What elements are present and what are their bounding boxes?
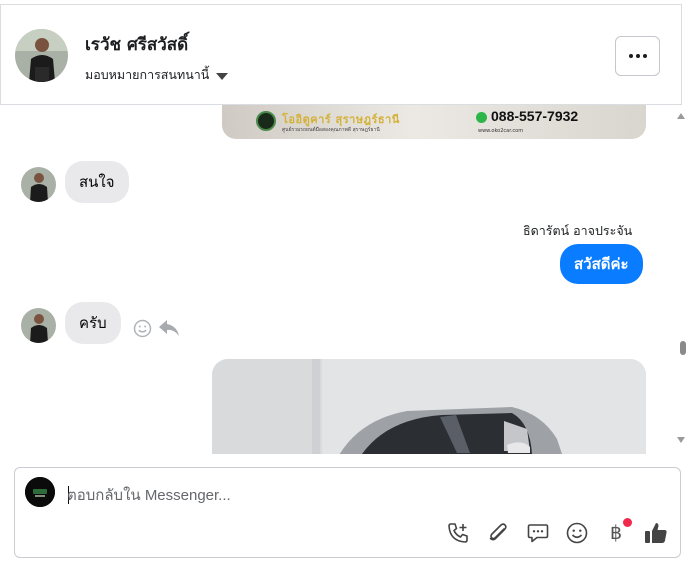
message-bubble-incoming[interactable]: สนใจ	[65, 161, 129, 203]
chevron-down-icon	[216, 72, 229, 80]
notification-dot	[623, 518, 632, 527]
scroll-thumb[interactable]	[680, 341, 686, 355]
dealer-logo-icon	[256, 111, 276, 131]
sender-name: ธิดารัตน์ อาจประจัน	[523, 223, 633, 238]
thread-scrollbar[interactable]	[675, 105, 686, 455]
smiley-icon[interactable]	[133, 319, 152, 342]
banner-subtitle: ศูนย์รวมรถยนต์มือสองคุณภาพดี สุราษฎร์ธาน…	[282, 127, 380, 133]
paperclip-icon[interactable]	[485, 520, 511, 546]
whatsapp-icon	[476, 112, 487, 123]
page-avatar	[25, 477, 55, 507]
scroll-up-icon[interactable]	[677, 113, 685, 119]
message-bubble-outgoing[interactable]: สวัสดีค่ะ	[560, 244, 643, 284]
message-bubble-incoming[interactable]: ครับ	[65, 302, 121, 344]
banner-phone: 088-557-7932	[491, 108, 579, 124]
assign-conversation-dropdown[interactable]: มอบหมายการสนทนานี้	[85, 65, 229, 85]
phone-add-icon[interactable]	[445, 520, 471, 546]
emoji-smiley-icon[interactable]	[564, 520, 590, 546]
avatar[interactable]	[21, 308, 56, 343]
reply-icon[interactable]	[158, 318, 180, 342]
more-horizontal-icon	[628, 54, 633, 58]
message-input[interactable]	[67, 482, 627, 508]
contact-avatar[interactable]	[15, 29, 68, 82]
assign-label: มอบหมายการสนทนานี้	[85, 67, 210, 82]
reply-composer: ฿	[14, 467, 681, 558]
more-options-button[interactable]	[615, 36, 660, 76]
avatar[interactable]	[21, 167, 56, 202]
message-thread[interactable]: โออิตูคาร์ สุราษฎร์ธานี ศูนย์รวมรถยนต์มื…	[0, 105, 680, 454]
banner-website: www.oko2car.com	[478, 128, 524, 134]
chat-bubble-icon[interactable]	[525, 520, 551, 546]
thumbs-up-icon[interactable]	[643, 520, 669, 546]
contact-name[interactable]: เรวัช ศรีสวัสดิ์	[85, 31, 188, 58]
shared-image-banner[interactable]: โออิตูคาร์ สุราษฎร์ธานี ศูนย์รวมรถยนต์มื…	[222, 105, 646, 139]
conversation-header: เรวัช ศรีสวัสดิ์ มอบหมายการสนทนานี้	[0, 4, 682, 105]
scroll-down-icon[interactable]	[677, 437, 685, 443]
shared-car-photo[interactable]	[212, 359, 646, 454]
